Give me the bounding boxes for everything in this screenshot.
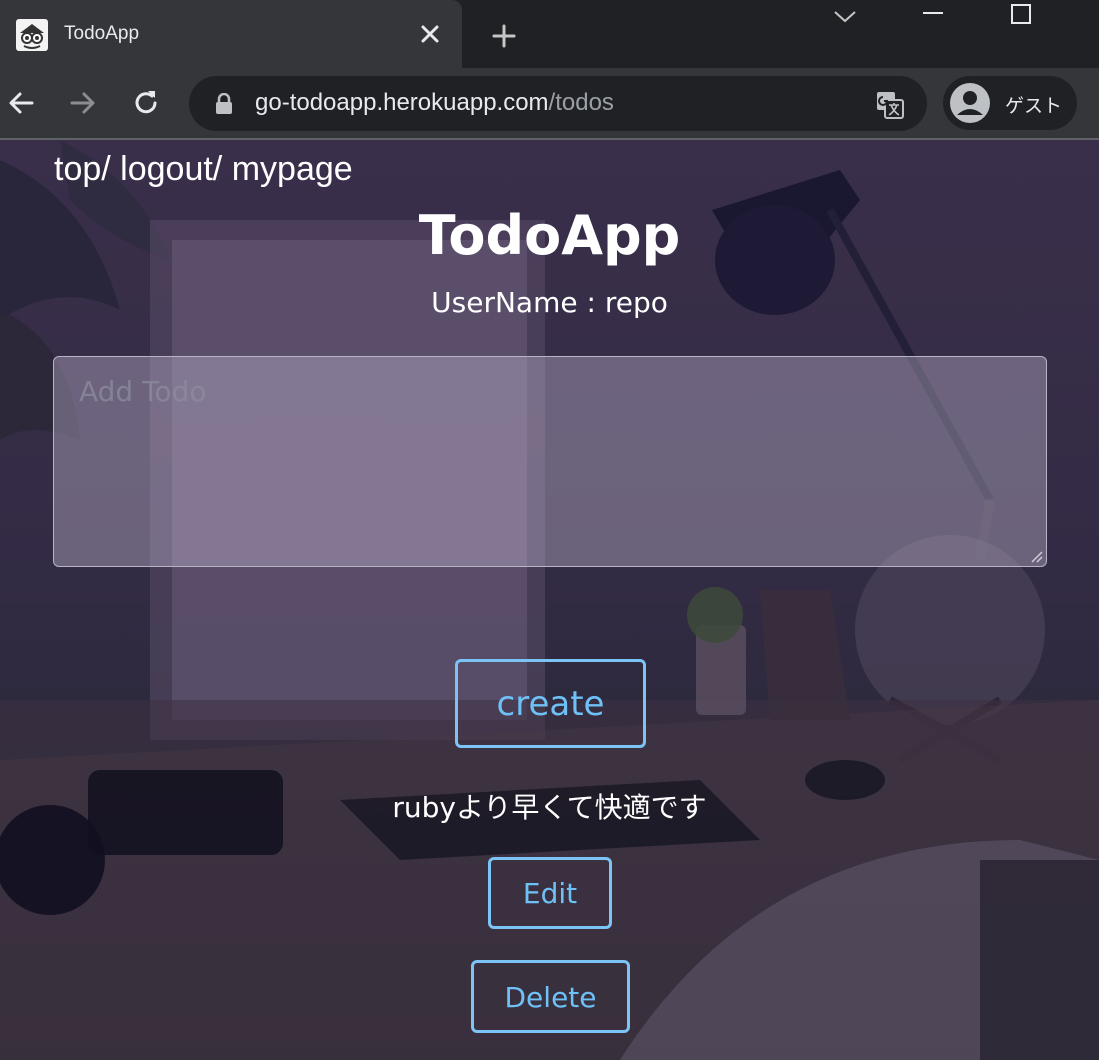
resize-grip-icon[interactable] <box>1028 548 1044 564</box>
url-host: go-todoapp.herokuapp.com <box>255 89 549 116</box>
username-label: UserName : repo <box>431 286 668 319</box>
guest-avatar-icon <box>950 83 990 123</box>
forward-arrow-icon[interactable] <box>66 86 100 120</box>
nav-link-mypage[interactable]: mypage <box>232 150 353 188</box>
address-url: go-todoapp.herokuapp.com/todos <box>255 89 614 117</box>
close-icon[interactable] <box>416 20 444 48</box>
page-title: TodoApp <box>418 204 681 267</box>
maximize-icon[interactable] <box>1006 4 1036 28</box>
minimize-icon[interactable] <box>918 4 948 28</box>
nav-link-logout[interactable]: logout/ <box>120 150 222 188</box>
reload-icon[interactable] <box>129 86 163 120</box>
new-tab-plus-icon[interactable] <box>488 20 520 52</box>
url-path: /todos <box>548 89 614 116</box>
todo-item-text: rubyより早くて快適です <box>392 791 707 824</box>
browser-tabstrip: TodoApp <box>0 0 1099 68</box>
browser-toolbar: go-todoapp.herokuapp.com/todos ゲスト <box>0 68 1099 138</box>
lock-icon[interactable] <box>215 93 233 115</box>
profile-label: ゲスト <box>1005 95 1063 117</box>
translate-icon[interactable] <box>875 90 905 120</box>
nav-link-top[interactable]: top/ <box>54 150 111 188</box>
tab-title: TodoApp <box>64 23 140 44</box>
create-button[interactable]: create <box>455 659 646 748</box>
tab-search-chevron-icon[interactable] <box>830 4 860 28</box>
browser-tab[interactable]: TodoApp <box>0 0 462 68</box>
back-arrow-icon[interactable] <box>4 86 38 120</box>
profile-button[interactable]: ゲスト <box>943 76 1077 130</box>
edit-button[interactable]: Edit <box>488 857 612 929</box>
page-content: top/ logout/ mypage TodoApp UserName : r… <box>0 140 1099 1060</box>
page-nav: top/ logout/ mypage <box>54 150 353 189</box>
address-bar[interactable]: go-todoapp.herokuapp.com/todos <box>189 76 927 131</box>
raccoon-favicon-icon <box>16 19 48 51</box>
add-todo-textarea[interactable] <box>53 356 1047 567</box>
delete-button[interactable]: Delete <box>471 960 630 1033</box>
